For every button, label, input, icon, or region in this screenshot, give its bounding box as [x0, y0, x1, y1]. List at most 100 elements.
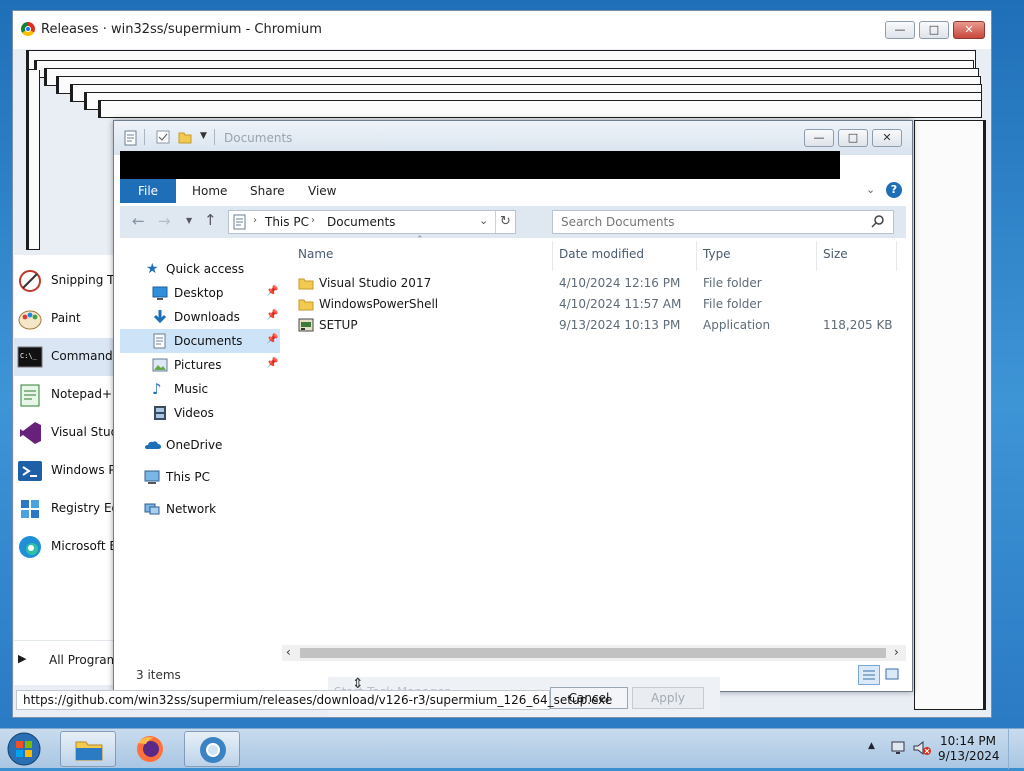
breadcrumb-documents[interactable]: Documents: [327, 215, 395, 229]
chromium-close-button[interactable]: ✕: [953, 21, 985, 39]
pin-icon[interactable]: 📌: [266, 334, 278, 346]
explorer-window-title: Documents: [224, 131, 293, 145]
pin-icon[interactable]: 📌: [266, 310, 278, 322]
nav-item-onedrive[interactable]: OneDrive: [120, 433, 280, 457]
start-menu: Snipping To Paint C:\_ Command P Notepad…: [14, 255, 119, 685]
properties-icon[interactable]: [124, 130, 138, 146]
network-icon: [144, 501, 160, 517]
forward-arrow-icon[interactable]: →: [158, 212, 171, 230]
explorer-minimize-button[interactable]: —: [804, 129, 834, 147]
back-arrow-icon[interactable]: ←: [132, 212, 145, 230]
refresh-icon[interactable]: ↻: [495, 211, 515, 233]
documents-icon: [152, 333, 168, 349]
taskbar-chromium[interactable]: [184, 731, 240, 767]
tab-file[interactable]: File: [120, 179, 176, 203]
nav-item-music[interactable]: ♪ Music: [120, 377, 280, 401]
start-item-windows-powershell[interactable]: Windows Po: [14, 452, 119, 490]
link-status-tooltip: https://github.com/win32ss/supermium/rel…: [16, 690, 612, 710]
chromium-titlebar[interactable]: Releases · win32ss/supermium - Chromium …: [13, 11, 991, 49]
nav-item-label: Documents: [174, 334, 243, 348]
help-icon[interactable]: ?: [886, 182, 902, 198]
nav-item-pictures[interactable]: Pictures 📌: [120, 353, 280, 377]
search-input[interactable]: [559, 213, 859, 231]
column-header-size[interactable]: Size: [823, 247, 848, 261]
apply-button[interactable]: Apply: [632, 687, 704, 709]
nav-item-label: Pictures: [174, 358, 222, 372]
search-box[interactable]: [552, 210, 894, 234]
column-header-date-modified[interactable]: Date modified: [559, 247, 644, 261]
start-item-label: Registry Edi: [51, 501, 119, 515]
documents-location-icon: [233, 214, 247, 233]
show-hidden-icons[interactable]: ▲: [868, 741, 875, 751]
breadcrumb-this-pc[interactable]: This PC: [265, 215, 309, 229]
checkbox-icon[interactable]: [156, 130, 170, 144]
nav-item-network[interactable]: Network: [120, 497, 280, 521]
large-icons-view-icon[interactable]: [882, 665, 904, 685]
nav-item-videos[interactable]: Videos: [120, 401, 280, 425]
all-programs-label: All Program: [49, 653, 119, 667]
taskbar-firefox[interactable]: [122, 731, 178, 767]
nav-item-label: Network: [166, 502, 217, 516]
up-arrow-icon[interactable]: ↑: [204, 211, 217, 229]
new-folder-icon[interactable]: [178, 130, 192, 144]
pin-icon[interactable]: 📌: [266, 358, 278, 370]
scrollbar-thumb[interactable]: [300, 648, 886, 658]
start-item-paint[interactable]: Paint: [14, 300, 119, 338]
chromium-maximize-button[interactable]: □: [919, 21, 949, 39]
file-name: Visual Studio 2017: [319, 276, 432, 290]
tab-share[interactable]: Share: [236, 179, 299, 203]
ribbon-expand-icon[interactable]: ⌄: [866, 183, 875, 196]
start-item-snipping-tool[interactable]: Snipping To: [14, 262, 119, 300]
file-size: 118,205 KB: [823, 318, 893, 332]
address-bar[interactable]: › This PC › Documents ⌄ ↻: [228, 210, 516, 234]
start-item-command-prompt[interactable]: C:\_ Command P: [14, 338, 119, 376]
file-date: 9/13/2024 10:13 PM: [559, 318, 681, 332]
taskbar: ▲ 10:14 PM 9/13/2024: [0, 728, 1024, 769]
nav-item-desktop[interactable]: Desktop 📌: [120, 281, 280, 305]
file-type: File folder: [703, 297, 762, 311]
start-button[interactable]: [4, 730, 44, 768]
nav-item-label: Downloads: [174, 310, 240, 324]
column-header-name[interactable]: Name: [298, 247, 333, 261]
tab-view[interactable]: View: [294, 179, 350, 203]
breadcrumb-separator-icon: ›: [311, 215, 315, 226]
address-dropdown-icon[interactable]: ⌄: [479, 214, 488, 227]
horizontal-scrollbar[interactable]: ‹ ›: [282, 645, 906, 661]
recent-locations-icon[interactable]: ▼: [186, 216, 192, 225]
nav-item-downloads[interactable]: Downloads 📌: [120, 305, 280, 329]
explorer-titlebar[interactable]: ▼ Documents — □ ✕: [114, 121, 912, 155]
nav-item-this-pc[interactable]: This PC: [120, 465, 280, 489]
explorer-maximize-button[interactable]: □: [838, 129, 868, 147]
column-header-type[interactable]: Type: [703, 247, 731, 261]
start-item-notepadpp[interactable]: Notepad++: [14, 376, 119, 414]
network-tray-icon[interactable]: [890, 739, 908, 760]
start-item-label: Notepad++: [51, 387, 119, 401]
taskbar-file-explorer[interactable]: [60, 731, 116, 767]
start-item-registry-editor[interactable]: Registry Edi: [14, 490, 119, 528]
nav-item-quick-access[interactable]: ★ Quick access: [120, 257, 280, 281]
details-view-icon[interactable]: [858, 665, 880, 685]
scroll-right-icon[interactable]: ›: [894, 645, 899, 659]
chromium-minimize-button[interactable]: —: [885, 21, 915, 39]
all-programs-button[interactable]: ▶ All Program: [14, 640, 119, 680]
nav-item-label: OneDrive: [166, 438, 223, 452]
nav-item-label: Desktop: [174, 286, 224, 300]
start-item-visual-studio[interactable]: Visual Studi: [14, 414, 119, 452]
start-item-microsoft-edge[interactable]: Microsoft E: [14, 528, 119, 566]
qat-dropdown-icon[interactable]: ▼: [200, 131, 207, 141]
tab-home[interactable]: Home: [178, 179, 241, 203]
file-row[interactable]: SETUP 9/13/2024 10:13 PM Application 118…: [282, 315, 906, 336]
start-item-label: Windows Po: [51, 463, 119, 477]
volume-muted-icon[interactable]: [912, 739, 932, 760]
nav-item-documents[interactable]: Documents 📌: [120, 329, 280, 353]
system-clock[interactable]: 10:14 PM 9/13/2024: [938, 734, 1000, 764]
downloads-icon: [152, 309, 168, 325]
clock-time: 10:14 PM: [940, 734, 996, 748]
explorer-close-button[interactable]: ✕: [872, 129, 902, 147]
pin-icon[interactable]: 📌: [266, 286, 278, 298]
scroll-left-icon[interactable]: ‹: [286, 645, 291, 659]
navigation-pane: ★ Quick access Desktop 📌 Downloads 📌 Doc…: [120, 239, 280, 659]
show-desktop-button[interactable]: [1008, 729, 1024, 769]
file-row[interactable]: WindowsPowerShell 4/10/2024 11:57 AM Fil…: [282, 294, 906, 315]
file-row[interactable]: Visual Studio 2017 4/10/2024 12:16 PM Fi…: [282, 273, 906, 294]
